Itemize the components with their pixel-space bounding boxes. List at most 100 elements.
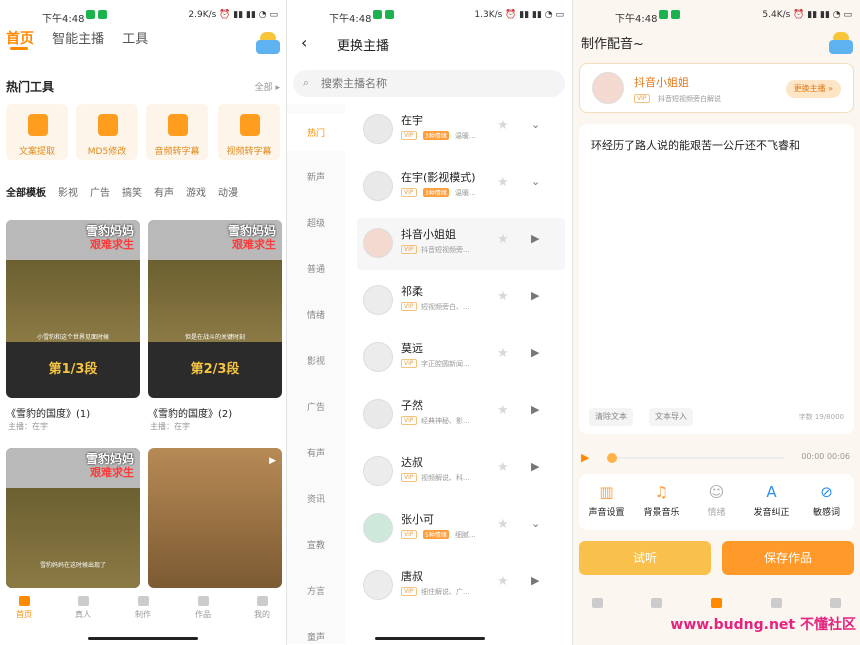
play-icon[interactable]: ▶ xyxy=(581,451,589,464)
save-work-button[interactable]: 保存作品 xyxy=(722,541,854,575)
nav-real-person[interactable]: 真人 xyxy=(63,596,103,620)
sidebar-item[interactable]: 资讯 xyxy=(287,492,345,505)
favorite-star-icon[interactable]: ★ xyxy=(497,346,509,361)
video-thumbnail[interactable]: 雪豹妈妈 艰难求生 雪豹妈妈在这时候出现了 xyxy=(6,448,140,588)
sidebar-item[interactable]: 宣教 xyxy=(287,538,345,551)
category-item[interactable]: 游戏 xyxy=(186,188,206,199)
back-arrow-icon[interactable]: ‹ xyxy=(301,33,307,52)
play-icon[interactable]: ▶ xyxy=(531,460,539,473)
play-icon[interactable]: ▶ xyxy=(531,289,539,302)
play-icon[interactable]: ▶ xyxy=(531,232,539,245)
favorite-star-icon[interactable]: ★ xyxy=(497,232,509,247)
favorite-star-icon[interactable]: ★ xyxy=(497,460,509,475)
video-author: 主播：在宇 xyxy=(150,422,190,431)
progress-handle[interactable] xyxy=(607,453,617,463)
video-thumbnail-lion[interactable]: ▶ xyxy=(148,448,282,588)
document-icon xyxy=(28,114,48,136)
import-text-button[interactable]: 文本导入 xyxy=(649,408,693,426)
all-tools-link[interactable]: 全部 ▸ xyxy=(255,80,280,93)
nav-works[interactable] xyxy=(756,598,796,611)
voice-settings-button[interactable]: ▥ 声音设置 xyxy=(579,482,634,518)
sidebar-item-hot[interactable]: 热门 xyxy=(287,114,345,151)
sidebar-item[interactable]: 普通 xyxy=(287,262,345,275)
pronunciation-button[interactable]: A 发音纠正 xyxy=(744,482,799,518)
favorite-star-icon[interactable]: ★ xyxy=(497,175,509,190)
sidebar-item[interactable]: 超级 xyxy=(287,216,345,229)
anchor-desc: 抖音短视频旁白解说 xyxy=(658,95,721,103)
anchor-row[interactable]: 祁柔 VIP 短视频旁白、... ★ ▶ xyxy=(357,275,565,327)
tool-video-subtitle[interactable]: 视频转字幕 xyxy=(218,104,280,160)
tab-home[interactable]: 首页 xyxy=(6,31,34,47)
expand-chevron-icon[interactable]: ⌄ xyxy=(531,175,540,188)
letter-a-icon: A xyxy=(766,483,777,501)
nav-me[interactable]: 我的 xyxy=(242,596,282,620)
sidebar-item[interactable]: 影视 xyxy=(287,354,345,367)
category-item[interactable]: 广告 xyxy=(90,188,110,199)
nav-make[interactable] xyxy=(696,598,736,611)
anchor-row[interactable]: 子然 VIP 经典神秘、影... ★ ▶ xyxy=(357,389,565,441)
emotion-button[interactable]: ☺ 情绪 xyxy=(689,482,744,518)
robot-icon[interactable] xyxy=(829,32,853,54)
search-bar[interactable]: ⌕ xyxy=(293,70,565,97)
play-icon[interactable]: ▶ xyxy=(531,403,539,416)
video-title[interactable]: 《雪豹的国度》(1) xyxy=(6,405,90,420)
hot-tools-title: 热门工具 xyxy=(6,80,55,94)
nav-real-person[interactable] xyxy=(636,598,676,611)
tool-md5[interactable]: MD5修改 xyxy=(76,104,138,160)
person-icon xyxy=(650,598,662,608)
clear-text-button[interactable]: 清除文本 xyxy=(589,408,633,426)
current-anchor-card: 抖音小姐姐 VIP 抖音短视频旁白解说 更换主播 » xyxy=(579,63,854,113)
category-item[interactable]: 影视 xyxy=(58,188,78,199)
sidebar-item[interactable]: 有声 xyxy=(287,446,345,459)
tool-text-extract[interactable]: 文案提取 xyxy=(6,104,68,160)
expand-chevron-icon[interactable]: ⌄ xyxy=(531,517,540,530)
tab-tools[interactable]: 工具 xyxy=(122,32,148,47)
favorite-star-icon[interactable]: ★ xyxy=(497,403,509,418)
notification-icon xyxy=(86,10,95,19)
anchor-row[interactable]: 张小可 VIP 5种情绪 细腻... ★ ⌄ xyxy=(357,503,565,555)
category-item[interactable]: 搞笑 xyxy=(122,188,142,199)
favorite-star-icon[interactable]: ★ xyxy=(497,118,509,133)
script-text[interactable]: 环经历了路人说的能艰苦一公斤还不飞睿和 xyxy=(591,138,844,154)
search-input[interactable] xyxy=(321,74,551,93)
video-thumbnail[interactable]: 雪豹妈妈 艰难求生 但是在战斗的关键时刻 第2/3段 xyxy=(148,220,282,398)
anchor-row[interactable]: 莫远 VIP 字正腔圆新闻... ★ ▶ xyxy=(357,332,565,384)
nav-home[interactable] xyxy=(577,598,617,611)
category-all[interactable]: 全部模板 xyxy=(6,188,46,199)
tool-audio-subtitle[interactable]: 音频转字幕 xyxy=(146,104,208,160)
robot-icon[interactable] xyxy=(256,32,280,54)
anchor-row[interactable]: 在宇 VIP 3种情绪 温暖... ★ ⌄ xyxy=(357,104,565,156)
anchor-row-selected[interactable]: 抖音小姐姐 VIP 抖音短视频旁... ★ ▶ xyxy=(357,218,565,270)
favorite-star-icon[interactable]: ★ xyxy=(497,517,509,532)
sensitive-words-button[interactable]: ⊘ 敏感词 xyxy=(799,482,854,518)
nav-me[interactable] xyxy=(815,598,855,611)
video-thumbnail[interactable]: 雪豹妈妈 艰难求生 小雪豹和这个世界见面时候 第1/3段 xyxy=(6,220,140,398)
anchor-row[interactable]: 达叔 VIP 视频解说、科... ★ ▶ xyxy=(357,446,565,498)
home-indicator xyxy=(88,637,198,640)
progress-track[interactable] xyxy=(611,457,785,459)
tab-smart-anchor[interactable]: 智能主播 xyxy=(52,32,104,47)
anchor-row[interactable]: 在宇(影视模式) VIP 3种情绪 温暖... ★ ⌄ xyxy=(357,161,565,213)
sidebar-item[interactable]: 情绪 xyxy=(287,308,345,321)
category-item[interactable]: 有声 xyxy=(154,188,174,199)
sidebar-item[interactable]: 方言 xyxy=(287,584,345,597)
sidebar-item[interactable]: 新声 xyxy=(287,170,345,183)
nav-make[interactable]: 制作 xyxy=(123,596,163,620)
favorite-star-icon[interactable]: ★ xyxy=(497,574,509,589)
video-title[interactable]: 《雪豹的国度》(2) xyxy=(148,405,232,420)
play-icon[interactable]: ▶ xyxy=(531,346,539,359)
nav-home[interactable]: 首页 xyxy=(4,596,44,620)
category-item[interactable]: 动漫 xyxy=(218,188,238,199)
anchor-row[interactable]: 唐叔 VIP 细住解说、广... ★ ▶ xyxy=(357,560,565,612)
preview-button[interactable]: 试听 xyxy=(579,541,711,575)
background-music-button[interactable]: ♫ 背景音乐 xyxy=(634,482,689,518)
sidebar-item[interactable]: 童声 xyxy=(287,630,345,643)
text-editor[interactable]: 环经历了路人说的能艰苦一公斤还不飞睿和 清除文本 文本导入 字数 19/8000 xyxy=(579,124,854,434)
play-icon[interactable]: ▶ xyxy=(531,574,539,587)
expand-chevron-icon[interactable]: ⌄ xyxy=(531,118,540,131)
nav-works[interactable]: 作品 xyxy=(183,596,223,620)
change-anchor-button[interactable]: 更换主播 » xyxy=(785,80,841,98)
favorite-star-icon[interactable]: ★ xyxy=(497,289,509,304)
sidebar-item[interactable]: 广告 xyxy=(287,400,345,413)
home-tabs: 首页 智能主播 工具 xyxy=(6,28,162,50)
